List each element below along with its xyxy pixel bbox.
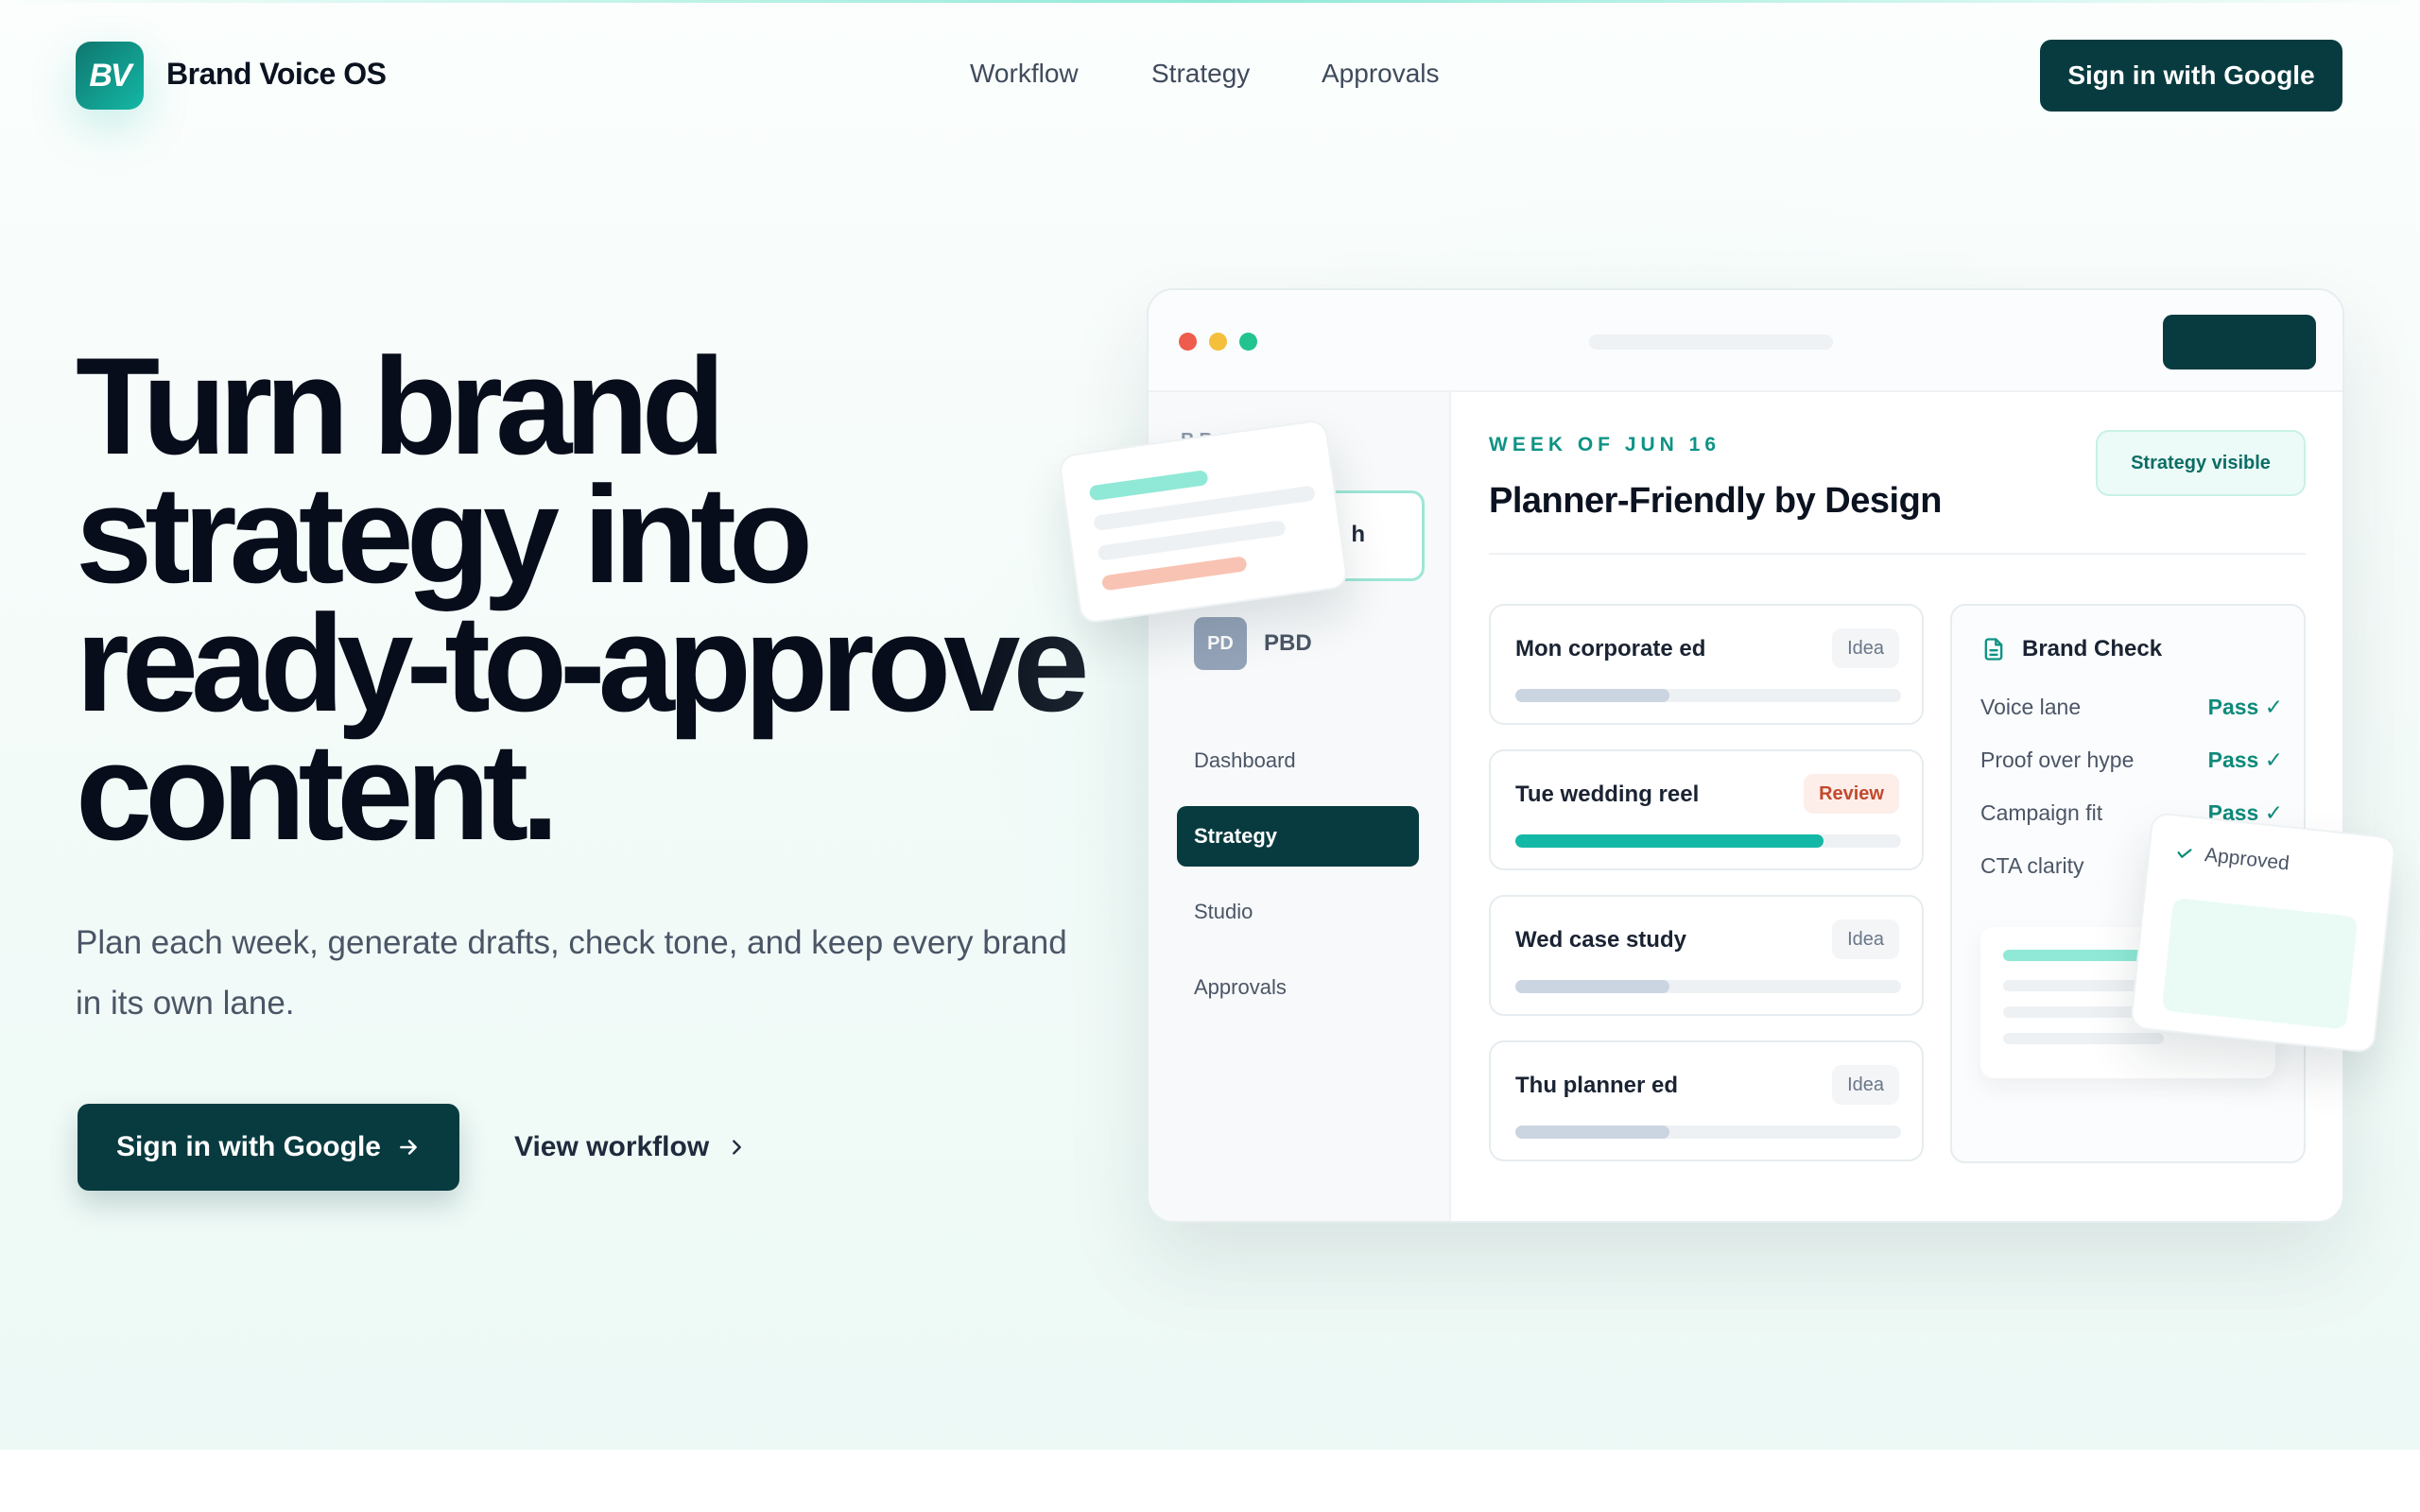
progress-fill: [1515, 689, 1670, 702]
draft-line: [1100, 556, 1248, 592]
view-workflow-label: View workflow: [514, 1131, 710, 1162]
progress-fill: [1515, 834, 1824, 848]
active-brand-name: h: [1351, 522, 1365, 547]
brand-check-title: Brand Check: [2022, 636, 2163, 662]
address-bar-placeholder: [1589, 335, 1833, 350]
card-title: Thu planner ed: [1515, 1073, 1679, 1098]
preview-line: [2003, 1033, 2164, 1044]
divider: [1489, 553, 2306, 555]
check-label: CTA clarity: [1980, 853, 2084, 878]
sidebar-item-dashboard: Dashboard: [1194, 748, 1296, 772]
progress-track: [1515, 980, 1901, 993]
approved-preview: [2161, 897, 2359, 1030]
check-row: Proof over hype Pass ✓: [1980, 747, 2283, 773]
window-dot-yellow: [1209, 333, 1227, 351]
view-workflow-link[interactable]: View workflow: [514, 1104, 747, 1191]
nav-signin-button[interactable]: Sign in with Google: [2040, 40, 2342, 112]
window-action-button: [2163, 315, 2316, 369]
progress-track: [1515, 834, 1901, 848]
check-value: Pass ✓: [2207, 747, 2283, 772]
card-title: Mon corporate ed: [1515, 636, 1706, 662]
check-label: Voice lane: [1980, 695, 2082, 719]
app-mockup-window: BRANDS h PD PBD Dashboard Strategy Studi…: [1147, 288, 2344, 1223]
brand-check-header: Brand Check: [1980, 636, 2162, 662]
week-label: WEEK OF JUN 16: [1489, 434, 1721, 455]
logo-badge[interactable]: BV: [76, 42, 144, 110]
check-icon: [2177, 849, 2192, 858]
logo-mark: BV: [89, 57, 131, 94]
card-title: Wed case study: [1515, 927, 1686, 953]
hero-subtitle: Plan each week, generate drafts, check t…: [76, 924, 1067, 1022]
check-label: Campaign fit: [1980, 800, 2103, 825]
hero-signin-label: Sign in with Google: [116, 1131, 381, 1162]
footer-band: [0, 1450, 2420, 1512]
nav-link-workflow[interactable]: Workflow: [970, 59, 1079, 89]
check-value: Pass ✓: [2207, 695, 2283, 719]
floating-approved-card: Approved: [2129, 812, 2397, 1054]
check-row: Voice lane Pass ✓: [1980, 695, 2283, 720]
brand-name-pbd: PBD: [1264, 630, 1312, 656]
check-label: Proof over hype: [1980, 747, 2135, 772]
nav-link-approvals[interactable]: Approvals: [1322, 59, 1440, 89]
arrow-right-icon: [400, 1140, 417, 1155]
content-card: Wed case study Idea: [1489, 895, 1924, 1016]
card-title: Tue wedding reel: [1515, 782, 1700, 807]
hero-signin-button[interactable]: Sign in with Google: [78, 1104, 459, 1191]
content-card: Thu planner ed Idea: [1489, 1040, 1924, 1161]
brand-name[interactable]: Brand Voice OS: [166, 57, 387, 92]
progress-fill: [1515, 1125, 1670, 1139]
progress-track: [1515, 1125, 1901, 1139]
sidebar-item-approvals: Approvals: [1194, 975, 1287, 999]
draft-line: [1088, 469, 1209, 502]
document-icon: [1984, 638, 2003, 661]
hero-title: Turn brand strategy into ready-to-approv…: [76, 329, 1090, 868]
card-tag: Idea: [1832, 919, 1899, 959]
sidebar-item-strategy: Strategy: [1177, 806, 1419, 867]
content-card: Tue wedding reel Review: [1489, 749, 1924, 870]
window-titlebar: [1149, 290, 2342, 392]
sidebar-item-studio: Studio: [1194, 900, 1253, 923]
content-card: Mon corporate ed Idea: [1489, 604, 1924, 725]
window-dot-red: [1179, 333, 1197, 351]
status-badge: Strategy visible: [2096, 430, 2306, 496]
nav-link-strategy[interactable]: Strategy: [1151, 59, 1250, 89]
progress-track: [1515, 689, 1901, 702]
chevron-right-icon: [733, 1140, 742, 1155]
card-tag: Idea: [1832, 1065, 1899, 1105]
mockup-title: Planner-Friendly by Design: [1489, 481, 1943, 521]
card-tag: Idea: [1832, 628, 1899, 668]
progress-fill: [1515, 980, 1670, 993]
brand-avatar: PD: [1194, 617, 1247, 670]
mockup-main: WEEK OF JUN 16 Planner-Friendly by Desig…: [1453, 392, 2342, 1221]
window-dot-green: [1239, 333, 1257, 351]
approved-label: Approved: [2173, 841, 2290, 876]
card-tag: Review: [1804, 774, 1899, 814]
top-accent-line: [0, 0, 2420, 3]
